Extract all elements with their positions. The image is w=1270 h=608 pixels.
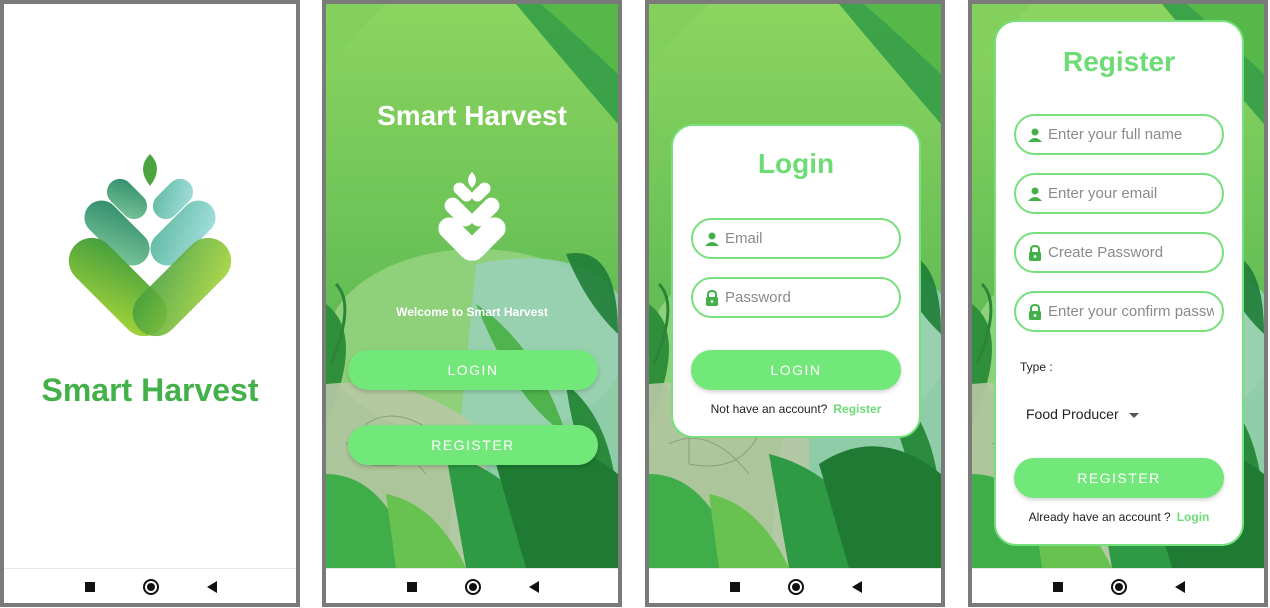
splash-screen: Smart Harvest: [4, 4, 296, 568]
welcome-subtitle: Welcome to Smart Harvest: [396, 305, 548, 319]
login-screen: Login LOGIN Not have an account? Register: [649, 4, 941, 568]
have-account-text: Already have an account ?: [1028, 510, 1171, 524]
user-icon: [705, 232, 719, 246]
email-field[interactable]: [1014, 173, 1224, 214]
register-title: Register: [1062, 46, 1176, 77]
login-link[interactable]: Login: [1177, 510, 1210, 524]
back-triangle-icon[interactable]: [1175, 581, 1185, 593]
welcome-title: Smart Harvest: [377, 100, 567, 131]
dropdown-arrow-icon: [1128, 412, 1139, 418]
type-select[interactable]: Food Producer: [1026, 406, 1139, 422]
android-nav-bar: [972, 568, 1264, 603]
confirm-password-input[interactable]: [1048, 293, 1214, 330]
circle-icon[interactable]: [465, 579, 481, 595]
square-icon[interactable]: [730, 582, 740, 592]
password-input[interactable]: [725, 279, 891, 316]
circle-icon[interactable]: [1111, 579, 1127, 595]
splash-phone-frame: Smart Harvest: [0, 0, 300, 607]
login-button[interactable]: LOGIN: [348, 350, 598, 390]
email-field[interactable]: [691, 218, 901, 259]
create-password-field[interactable]: [1014, 232, 1224, 273]
login-prompt: Already have an account ? Login: [996, 510, 1242, 524]
password-field[interactable]: [691, 277, 901, 318]
welcome-screen: Smart Harvest Welcome to Smart Harvest L…: [326, 4, 618, 568]
no-account-text: Not have an account?: [710, 402, 828, 416]
create-password-input[interactable]: [1048, 234, 1214, 271]
android-nav-bar: [4, 568, 296, 603]
type-select-value: Food Producer: [1026, 406, 1119, 422]
welcome-phone-frame: Smart Harvest Welcome to Smart Harvest L…: [322, 0, 622, 607]
register-phone-frame: Register Enter your full name Enter your…: [968, 0, 1268, 607]
app-title: Smart Harvest: [41, 372, 259, 408]
android-nav-bar: [326, 568, 618, 603]
jungle-background: [326, 4, 618, 568]
register-link[interactable]: Register: [833, 402, 881, 416]
register-screen: Register Enter your full name Enter your…: [972, 4, 1264, 568]
register-submit-button[interactable]: REGISTER: [1014, 458, 1224, 498]
register-button[interactable]: REGISTER: [348, 425, 598, 465]
email-input[interactable]: [1048, 175, 1214, 212]
email-input[interactable]: [725, 220, 891, 257]
fullname-input[interactable]: [1048, 116, 1214, 153]
square-icon[interactable]: [85, 582, 95, 592]
login-submit-button[interactable]: LOGIN: [691, 350, 901, 390]
type-label: Type :: [1020, 360, 1053, 374]
square-icon[interactable]: [1053, 582, 1063, 592]
login-phone-frame: Login LOGIN Not have an account? Register: [645, 0, 945, 607]
lock-icon: [1029, 244, 1041, 261]
android-nav-bar: [649, 568, 941, 603]
register-prompt: Not have an account? Register: [673, 402, 919, 416]
back-triangle-icon[interactable]: [852, 581, 862, 593]
lock-icon: [706, 289, 718, 306]
login-card: Login LOGIN Not have an account? Register: [671, 124, 921, 438]
back-triangle-icon[interactable]: [207, 581, 217, 593]
app-logo: [68, 154, 232, 337]
white-logo-icon: [438, 172, 506, 261]
user-icon: [1028, 128, 1042, 142]
login-title: Login: [757, 148, 835, 179]
circle-icon[interactable]: [788, 579, 804, 595]
square-icon[interactable]: [407, 582, 417, 592]
user-icon: [1028, 187, 1042, 201]
back-triangle-icon[interactable]: [529, 581, 539, 593]
register-card: Register Enter your full name Enter your…: [994, 20, 1244, 546]
circle-icon[interactable]: [143, 579, 159, 595]
confirm-password-field[interactable]: [1014, 291, 1224, 332]
lock-icon: [1029, 303, 1041, 320]
fullname-field[interactable]: [1014, 114, 1224, 155]
